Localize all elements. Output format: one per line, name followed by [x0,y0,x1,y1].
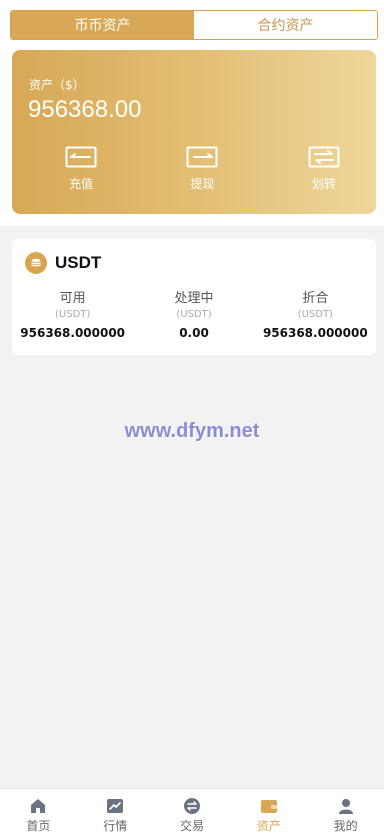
balance-equivalent-unit: (USDT) [297,309,333,320]
tabbar-item-market[interactable]: 行情 [77,789,154,837]
tabbar-label-market: 行情 [103,819,128,833]
tabbar-label-mine: 我的 [333,819,358,833]
asset-summary-card: 资产（$） 956368.00 充值 提现 划转 [12,50,376,214]
tabbar-label-assets: 资产 [256,819,281,833]
asset-label: 资产（$） [29,78,85,92]
balance-available-title: 可用 [59,291,86,306]
balance-processing-value: 0.00 [179,326,209,340]
transfer-button[interactable]: 划转 [272,146,376,192]
withdraw-label: 提现 [190,177,215,191]
deposit-icon [65,146,97,168]
balance-processing-unit: (USDT) [176,309,212,320]
transfer-label: 划转 [311,177,336,191]
asset-total-value: 956368.00 [28,96,142,123]
asset-actions: 充值 提现 划转 [12,146,376,192]
transfer-icon [308,146,340,168]
tabbar-item-mine[interactable]: 我的 [307,789,384,837]
balance-equivalent-value: 956368.000000 [262,326,368,340]
coin-name: USDT [55,253,102,272]
balance-available-unit: (USDT) [55,309,91,320]
balance-processing-title: 处理中 [174,291,214,306]
coin-header: USDT [25,252,101,274]
tab-spot-assets[interactable]: 币币资产 [11,11,194,39]
tabbar-label-home: 首页 [26,819,51,833]
deposit-button[interactable]: 充值 [29,146,133,192]
chart-icon [107,799,124,813]
home-icon [31,799,46,813]
balance-available: 可用 (USDT) 956368.000000 [12,287,133,340]
coin-icon [25,252,47,274]
balance-available-value: 956368.000000 [20,326,126,340]
coin-card-usdt[interactable]: USDT 可用 (USDT) 956368.000000 处理中 (USDT) … [12,239,376,355]
tabbar-item-trade[interactable]: 交易 [154,789,231,837]
withdraw-icon [186,146,218,168]
tabbar-item-home[interactable]: 首页 [0,789,77,837]
withdraw-button[interactable]: 提现 [150,146,254,192]
tab-contract-assets[interactable]: 合约资产 [194,11,377,39]
trade-icon [183,798,200,814]
coin-balances: 可用 (USDT) 956368.000000 处理中 (USDT) 0.00 … [12,287,376,340]
balance-equivalent: 折合 (USDT) 956368.000000 [255,287,376,340]
tabbar-label-trade: 交易 [179,819,204,833]
deposit-label: 充值 [69,177,94,191]
asset-type-tabs: 币币资产 合约资产 [10,10,378,40]
watermark-text: www.dfym.net [124,420,260,442]
wallet-icon [260,800,277,813]
balance-equivalent-title: 折合 [302,291,329,306]
balance-processing: 处理中 (USDT) 0.00 [133,287,254,340]
top-area: 币币资产 合约资产 资产（$） 956368.00 充值 提现 划转 [0,0,384,226]
bottom-tabbar: 首页 行情 交易 资产 我的 [0,788,384,837]
user-icon [338,799,353,814]
tabbar-item-assets[interactable]: 资产 [230,789,307,837]
